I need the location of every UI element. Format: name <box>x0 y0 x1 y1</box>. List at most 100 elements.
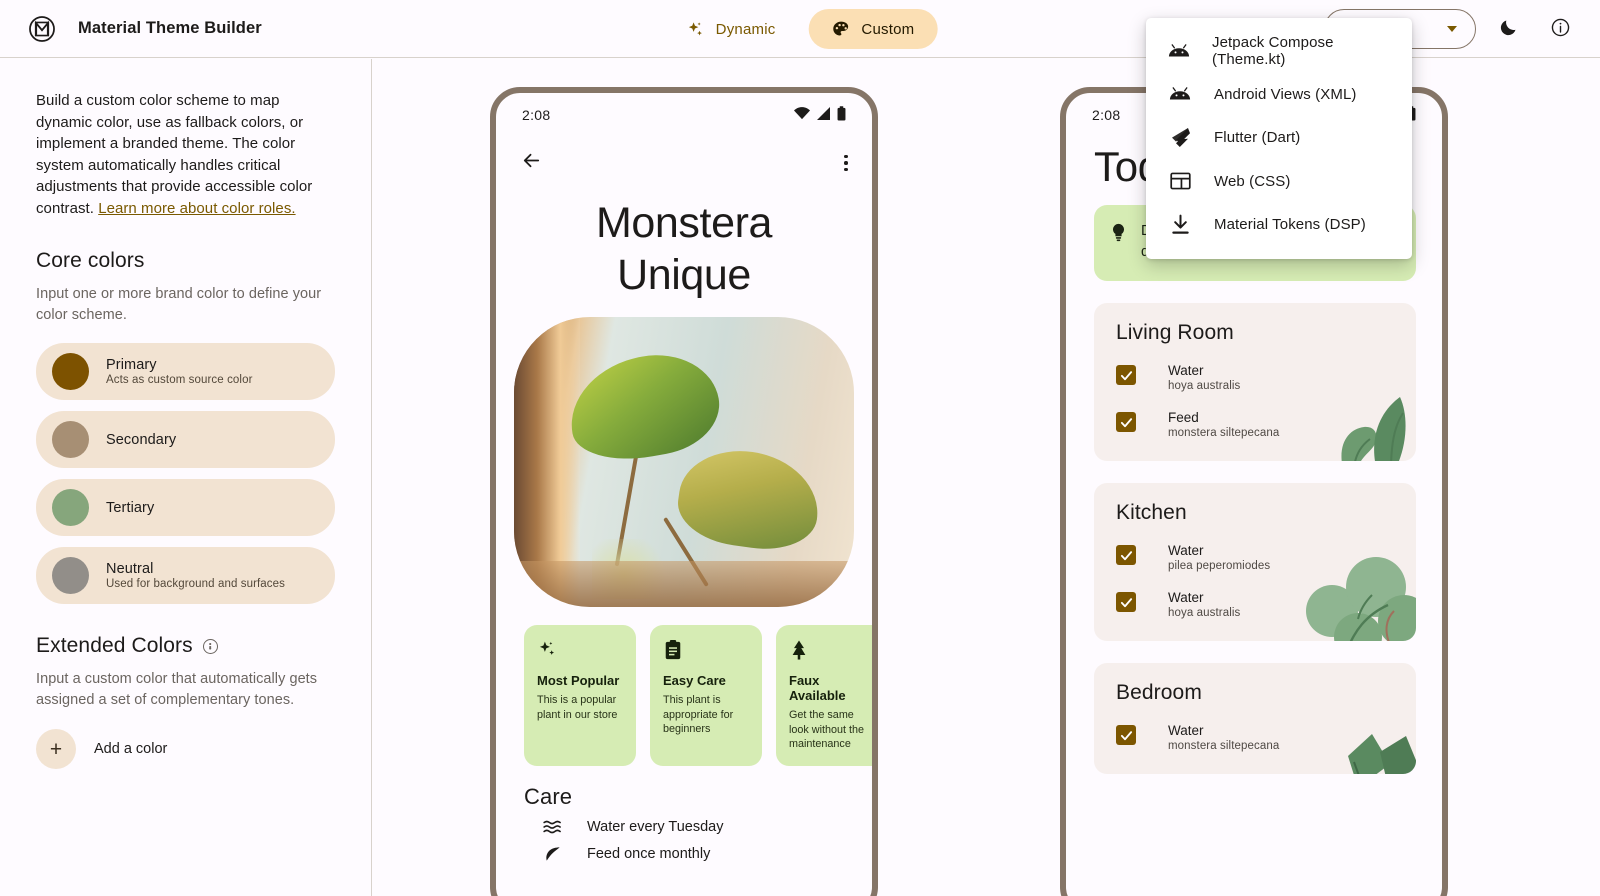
core-color-tertiary[interactable]: Tertiary <box>36 479 335 536</box>
water-waves-icon <box>541 819 565 835</box>
care-section-title: Care <box>524 783 573 809</box>
plant-leaf <box>673 442 825 557</box>
material-m-logo-icon <box>28 15 56 43</box>
task-title: Water <box>1168 723 1204 738</box>
task-checkbox[interactable] <box>1116 365 1136 385</box>
color-roles-link[interactable]: Learn more about color roles. <box>98 200 295 217</box>
plant-hero-photo <box>514 317 854 607</box>
theme-mode-switch: Dynamic Custom <box>663 9 938 49</box>
feature-chip-row: Most Popular This is a popular plant in … <box>496 607 872 766</box>
task-plant: monstera siltepecana <box>1168 740 1280 752</box>
task-row[interactable]: Feed monstera siltepecana <box>1116 410 1398 439</box>
download-icon <box>1168 214 1192 235</box>
task-row[interactable]: Water hoya australis <box>1116 363 1398 392</box>
feature-card[interactable]: Most Popular This is a popular plant in … <box>524 625 636 766</box>
info-icon[interactable] <box>202 638 218 654</box>
core-color-desc: Acts as custom source color <box>106 374 253 386</box>
app-title: Material Theme Builder <box>78 19 262 37</box>
task-checkbox[interactable] <box>1116 725 1136 745</box>
brand: Material Theme Builder <box>0 15 262 43</box>
menu-item-flutter[interactable]: Flutter (Dart) <box>1146 116 1412 160</box>
add-color-label: Add a color <box>94 741 168 757</box>
tree-icon <box>789 639 872 665</box>
android-icon <box>1168 43 1190 58</box>
menu-item-jetpack-compose[interactable]: Jetpack Compose (Theme.kt) <box>1146 29 1412 73</box>
task-row[interactable]: Water hoya australis <box>1116 590 1398 619</box>
sidebar-panel: Build a custom color scheme to map dynam… <box>0 59 372 896</box>
extended-colors-header: Extended Colors <box>36 634 335 658</box>
menu-item-label: Web (CSS) <box>1214 172 1291 190</box>
room-card-kitchen: Kitchen Water pilea peperomiodes Water h… <box>1094 483 1416 641</box>
sparkle-icon <box>686 20 705 39</box>
more-vert-icon[interactable] <box>844 154 848 172</box>
core-color-primary[interactable]: Primary Acts as custom source color <box>36 343 335 400</box>
core-color-list: Primary Acts as custom source color Seco… <box>36 343 335 604</box>
signal-icon <box>816 107 831 123</box>
feature-desc: This is a popular plant in our store <box>537 694 618 721</box>
sparkle-icon <box>537 639 624 665</box>
menu-item-android-views[interactable]: Android Views (XML) <box>1146 73 1412 117</box>
task-checkbox[interactable] <box>1116 545 1136 565</box>
core-color-label: Primary <box>106 357 157 373</box>
clipboard-icon <box>663 639 750 665</box>
menu-item-label: Jetpack Compose (Theme.kt) <box>1212 33 1334 68</box>
wifi-icon <box>794 107 810 123</box>
feature-title: Easy Care <box>663 673 726 688</box>
care-item-label: Feed once monthly <box>587 845 711 862</box>
moon-icon <box>1498 17 1519 41</box>
custom-mode-button[interactable]: Custom <box>808 9 938 49</box>
core-color-label: Secondary <box>106 431 177 448</box>
menu-item-material-tokens[interactable]: Material Tokens (DSP) <box>1146 203 1412 247</box>
color-dot <box>52 421 89 458</box>
leaf-icon <box>541 844 565 864</box>
status-icons <box>794 106 846 124</box>
status-bar: 2:08 <box>496 93 872 137</box>
feature-title: Most Popular <box>537 673 620 688</box>
palette-icon <box>831 20 850 39</box>
room-title: Kitchen <box>1116 501 1187 524</box>
sidebar-intro: Build a custom color scheme to map dynam… <box>36 90 335 219</box>
core-color-label: Tertiary <box>106 499 155 516</box>
color-dot <box>52 489 89 526</box>
battery-icon <box>837 106 846 124</box>
lightbulb-icon <box>1110 223 1127 248</box>
core-colors-title: Core colors <box>36 249 145 272</box>
flutter-icon <box>1168 127 1192 149</box>
core-color-secondary[interactable]: Secondary <box>36 411 335 468</box>
task-checkbox[interactable] <box>1116 412 1136 432</box>
preview-canvas: 2:08 Monstera Unique Most Popular This i… <box>373 59 1600 896</box>
feature-desc: Get the same look without the maintenanc… <box>789 709 865 750</box>
task-plant: monstera siltepecana <box>1168 427 1280 439</box>
back-arrow-icon[interactable] <box>520 149 543 177</box>
feature-card[interactable]: Easy Care This plant is appropriate for … <box>650 625 762 766</box>
extended-colors-subtitle: Input a custom color that automatically … <box>36 671 318 708</box>
core-color-neutral[interactable]: Neutral Used for background and surfaces <box>36 547 335 604</box>
feature-title: Faux Available <box>789 673 846 703</box>
info-icon <box>1550 17 1571 41</box>
task-row[interactable]: Water monstera siltepecana <box>1116 723 1398 752</box>
task-title: Water <box>1168 590 1204 605</box>
menu-item-web-css[interactable]: Web (CSS) <box>1146 160 1412 204</box>
core-color-label: Neutral <box>106 561 154 577</box>
window-sill <box>514 561 854 607</box>
android-icon <box>1168 87 1192 101</box>
menu-item-label: Flutter (Dart) <box>1214 129 1301 147</box>
feature-card[interactable]: Faux Available Get the same look without… <box>776 625 872 766</box>
care-item: Water every Tuesday <box>496 810 872 835</box>
task-row[interactable]: Water pilea peperomiodes <box>1116 543 1398 572</box>
extended-colors-title: Extended Colors <box>36 634 193 657</box>
care-item-label: Water every Tuesday <box>587 818 724 835</box>
info-button[interactable] <box>1540 9 1580 49</box>
dark-mode-toggle[interactable] <box>1488 9 1528 49</box>
add-color-button[interactable]: + Add a color <box>36 729 335 769</box>
plus-icon: + <box>36 729 76 769</box>
chevron-down-icon <box>1447 26 1457 32</box>
dynamic-mode-button[interactable]: Dynamic <box>663 9 799 49</box>
core-colors-subtitle: Input one or more brand color to define … <box>36 286 322 323</box>
menu-item-label: Android Views (XML) <box>1214 85 1357 103</box>
room-card-bedroom: Bedroom Water monstera siltepecana <box>1094 663 1416 774</box>
status-time: 2:08 <box>1092 107 1121 123</box>
plant-title-line2: Unique <box>617 251 751 299</box>
feature-desc: This plant is appropriate for beginners <box>663 694 734 735</box>
task-checkbox[interactable] <box>1116 592 1136 612</box>
